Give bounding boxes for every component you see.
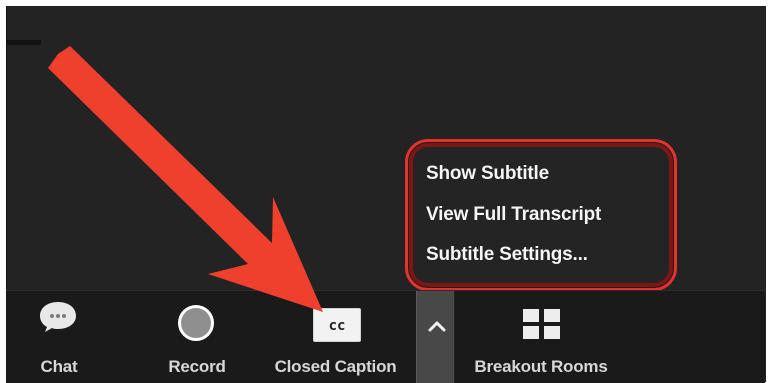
chat-icon bbox=[40, 302, 76, 332]
more-options-caret-button[interactable] bbox=[416, 291, 455, 383]
closed-caption-label: Closed Caption bbox=[274, 357, 397, 376]
view-full-transcript-menu-item[interactable]: View Full Transcript bbox=[426, 204, 601, 226]
meeting-toolbar: Chat Record cc Closed Caption Breakout R… bbox=[6, 290, 765, 383]
subtitle-settings-menu-item[interactable]: Subtitle Settings... bbox=[426, 244, 588, 266]
chat-label: Chat bbox=[40, 357, 78, 376]
record-button[interactable]: Record bbox=[153, 291, 241, 383]
breakout-rooms-label: Breakout Rooms bbox=[474, 357, 608, 376]
top-left-dark-bar bbox=[7, 40, 41, 45]
closed-caption-menu: Show Subtitle View Full Transcript Subti… bbox=[408, 142, 674, 288]
breakout-rooms-icon bbox=[523, 309, 560, 339]
record-icon bbox=[178, 305, 214, 341]
closed-caption-icon: cc bbox=[313, 308, 361, 342]
record-label: Record bbox=[168, 357, 226, 376]
breakout-rooms-button[interactable]: Breakout Rooms bbox=[456, 291, 626, 383]
chevron-up-icon bbox=[428, 321, 446, 332]
screenshot-frame: Show Subtitle View Full Transcript Subti… bbox=[0, 0, 771, 383]
show-subtitle-menu-item[interactable]: Show Subtitle bbox=[426, 163, 549, 185]
closed-caption-button[interactable]: cc Closed Caption bbox=[259, 291, 412, 383]
chat-button[interactable]: Chat bbox=[24, 291, 94, 383]
